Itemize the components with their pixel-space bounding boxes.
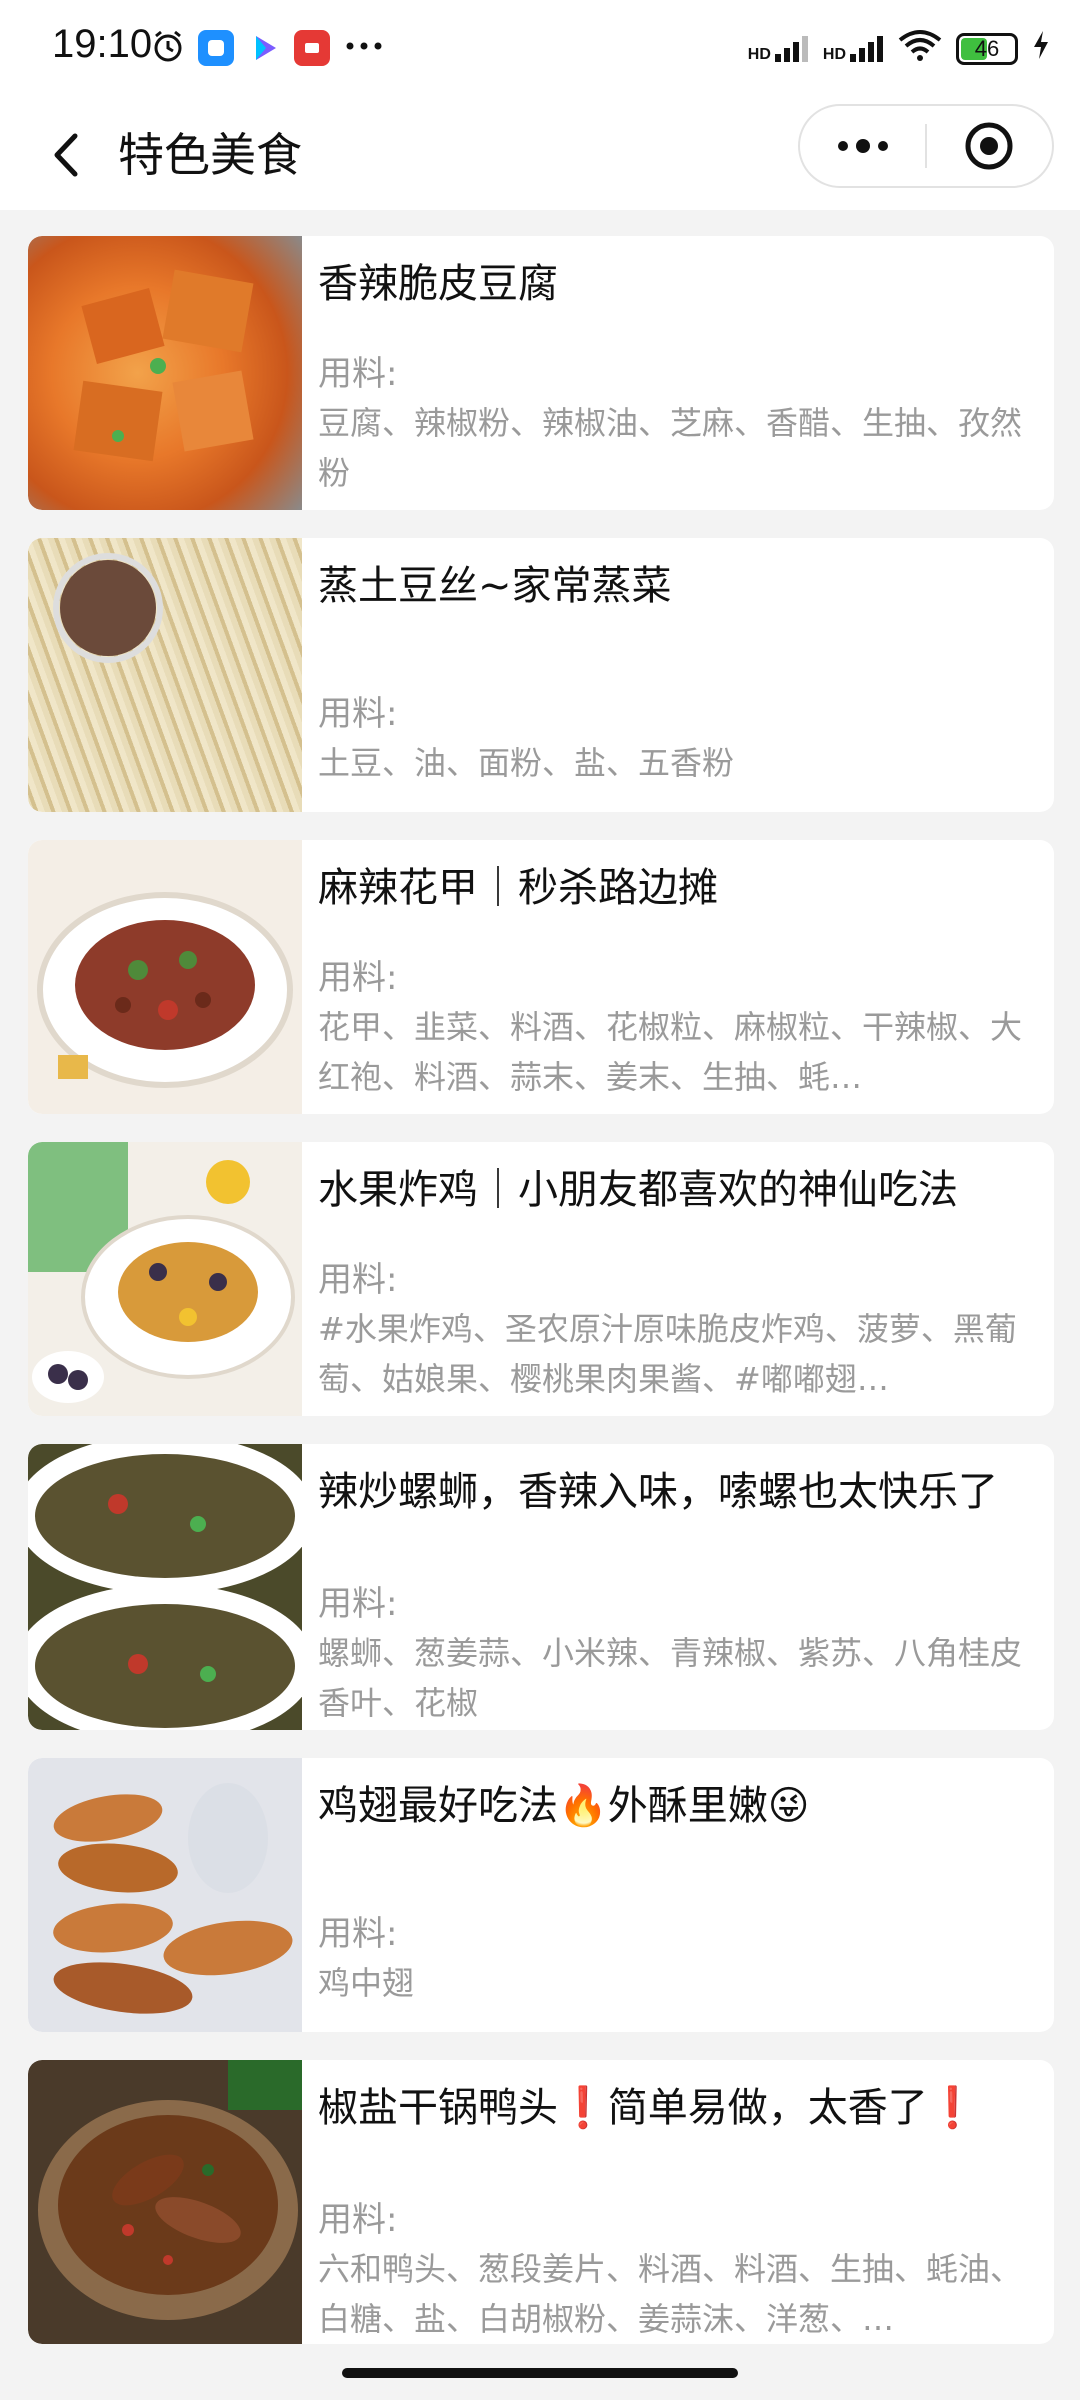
recipe-title: 香辣脆皮豆腐 — [318, 261, 558, 307]
back-button[interactable] — [36, 120, 96, 190]
nav-bar: 特色美食 — [0, 100, 1080, 210]
recipe-thumbnail — [28, 1142, 302, 1416]
app-icon-blue — [198, 30, 234, 66]
more-dots-icon — [342, 28, 386, 68]
ingredients-label: 用料: — [318, 1584, 398, 1624]
recipe-title: 辣炒螺蛳，香辣入味，嗦螺也太快乐了 — [318, 1469, 998, 1515]
more-button[interactable] — [800, 106, 925, 186]
network-label-2: HD — [822, 45, 846, 63]
app-icon-video — [246, 30, 282, 66]
recipe-thumbnail — [28, 538, 302, 812]
ingredients-label: 用料: — [318, 1914, 398, 1954]
ingredients-label: 用料: — [318, 2200, 398, 2240]
page-title: 特色美食 — [118, 128, 302, 182]
recipe-thumbnail — [28, 236, 302, 510]
recipe-card[interactable]: 鸡翅最好吃法🔥外酥里嫩😜 用料: 鸡中翅 — [28, 1758, 1054, 2032]
recipe-thumbnail — [28, 2060, 302, 2344]
ingredients-text: 六和鸭头、葱段姜片、料酒、料酒、生抽、蚝油、白糖、盐、白胡椒粉、姜蒜沫、洋葱、… — [318, 2250, 1023, 2338]
recipe-thumbnail — [28, 1758, 302, 2032]
recipe-info: 香辣脆皮豆腐 用料: 豆腐、辣椒粉、辣椒油、芝麻、香醋、生抽、孜然粉 — [302, 236, 1054, 510]
recipe-card[interactable]: 麻辣花甲｜秒杀路边摊 用料: 花甲、韭菜、料酒、花椒粒、麻椒粒、干辣椒、大红袍、… — [28, 840, 1054, 1114]
network-label: HD — [747, 45, 771, 63]
status-icons-right: HD HD 46 — [748, 28, 1050, 69]
ingredients-label: 用料: — [318, 354, 398, 394]
battery-indicator: 46 — [956, 32, 1018, 65]
ingredients-text: 鸡中翅 — [318, 1964, 415, 2002]
home-indicator[interactable] — [342, 2368, 738, 2378]
ingredients-label: 用料: — [318, 958, 398, 998]
recipe-title: 水果炸鸡｜小朋友都喜欢的神仙吃法 — [318, 1167, 958, 1213]
ingredients-text: 螺蛳、葱姜蒜、小米辣、青辣椒、紫苏、八角桂皮香叶、花椒 — [318, 1634, 1023, 1722]
signal-icon: HD — [748, 34, 809, 64]
recipe-info: 蒸土豆丝~家常蒸菜 用料: 土豆、油、面粉、盐、五香粉 — [302, 538, 1054, 812]
recipe-info: 水果炸鸡｜小朋友都喜欢的神仙吃法 用料: #水果炸鸡、圣农原汁原味脆皮炸鸡、菠萝… — [302, 1142, 1054, 1416]
recipe-card[interactable]: 香辣脆皮豆腐 用料: 豆腐、辣椒粉、辣椒油、芝麻、香醋、生抽、孜然粉 — [28, 236, 1054, 510]
recipe-info: 麻辣花甲｜秒杀路边摊 用料: 花甲、韭菜、料酒、花椒粒、麻椒粒、干辣椒、大红袍、… — [302, 840, 1054, 1114]
target-close-icon — [965, 122, 1013, 170]
recipe-thumbnail — [28, 1444, 302, 1730]
ingredients-label: 用料: — [318, 694, 398, 734]
recipe-title: 鸡翅最好吃法🔥外酥里嫩😜 — [318, 1783, 810, 1829]
status-time: 19:10 — [52, 22, 153, 66]
ingredients-text: #水果炸鸡、圣农原汁原味脆皮炸鸡、菠萝、黑葡萄、姑娘果、樱桃果肉果酱、#嘟嘟翅… — [318, 1310, 1017, 1398]
recipe-card[interactable]: 水果炸鸡｜小朋友都喜欢的神仙吃法 用料: #水果炸鸡、圣农原汁原味脆皮炸鸡、菠萝… — [28, 1142, 1054, 1416]
recipe-thumbnail — [28, 840, 302, 1114]
status-bar: 19:10 HD HD 46 — [0, 0, 1080, 100]
recipe-list: 香辣脆皮豆腐 用料: 豆腐、辣椒粉、辣椒油、芝麻、香醋、生抽、孜然粉 蒸土豆丝~… — [28, 236, 1054, 2372]
recipe-card[interactable]: 蒸土豆丝~家常蒸菜 用料: 土豆、油、面粉、盐、五香粉 — [28, 538, 1054, 812]
recipe-info: 辣炒螺蛳，香辣入味，嗦螺也太快乐了 用料: 螺蛳、葱姜蒜、小米辣、青辣椒、紫苏、… — [302, 1444, 1054, 1730]
recipe-info: 椒盐干锅鸭头❗简单易做，太香了❗ 用料: 六和鸭头、葱段姜片、料酒、料酒、生抽、… — [302, 2060, 1054, 2344]
recipe-title: 椒盐干锅鸭头❗简单易做，太香了❗ — [318, 2085, 978, 2131]
mini-program-capsule — [798, 104, 1054, 188]
close-button[interactable] — [927, 106, 1052, 186]
chevron-left-icon — [54, 133, 78, 177]
recipe-card[interactable]: 椒盐干锅鸭头❗简单易做，太香了❗ 用料: 六和鸭头、葱段姜片、料酒、料酒、生抽、… — [28, 2060, 1054, 2344]
ingredients-label: 用料: — [318, 1260, 398, 1300]
app-icon-red — [294, 30, 330, 66]
alarm-icon — [150, 28, 186, 68]
recipe-info: 鸡翅最好吃法🔥外酥里嫩😜 用料: 鸡中翅 — [302, 1758, 1054, 2032]
wifi-icon — [898, 28, 942, 69]
battery-level: 46 — [974, 35, 1000, 61]
charging-icon — [1032, 29, 1050, 68]
recipe-card[interactable]: 辣炒螺蛳，香辣入味，嗦螺也太快乐了 用料: 螺蛳、葱姜蒜、小米辣、青辣椒、紫苏、… — [28, 1444, 1054, 1730]
ingredients-text: 花甲、韭菜、料酒、花椒粒、麻椒粒、干辣椒、大红袍、料酒、蒜末、姜末、生抽、蚝… — [318, 1008, 1023, 1096]
status-icons-left — [150, 28, 386, 68]
signal-icon-2: HD — [823, 34, 884, 64]
more-dots-icon — [837, 139, 888, 153]
recipe-title: 麻辣花甲｜秒杀路边摊 — [318, 865, 718, 911]
ingredients-text: 土豆、油、面粉、盐、五香粉 — [318, 744, 735, 782]
recipe-title: 蒸土豆丝~家常蒸菜 — [318, 563, 672, 609]
ingredients-text: 豆腐、辣椒粉、辣椒油、芝麻、香醋、生抽、孜然粉 — [318, 404, 1023, 492]
